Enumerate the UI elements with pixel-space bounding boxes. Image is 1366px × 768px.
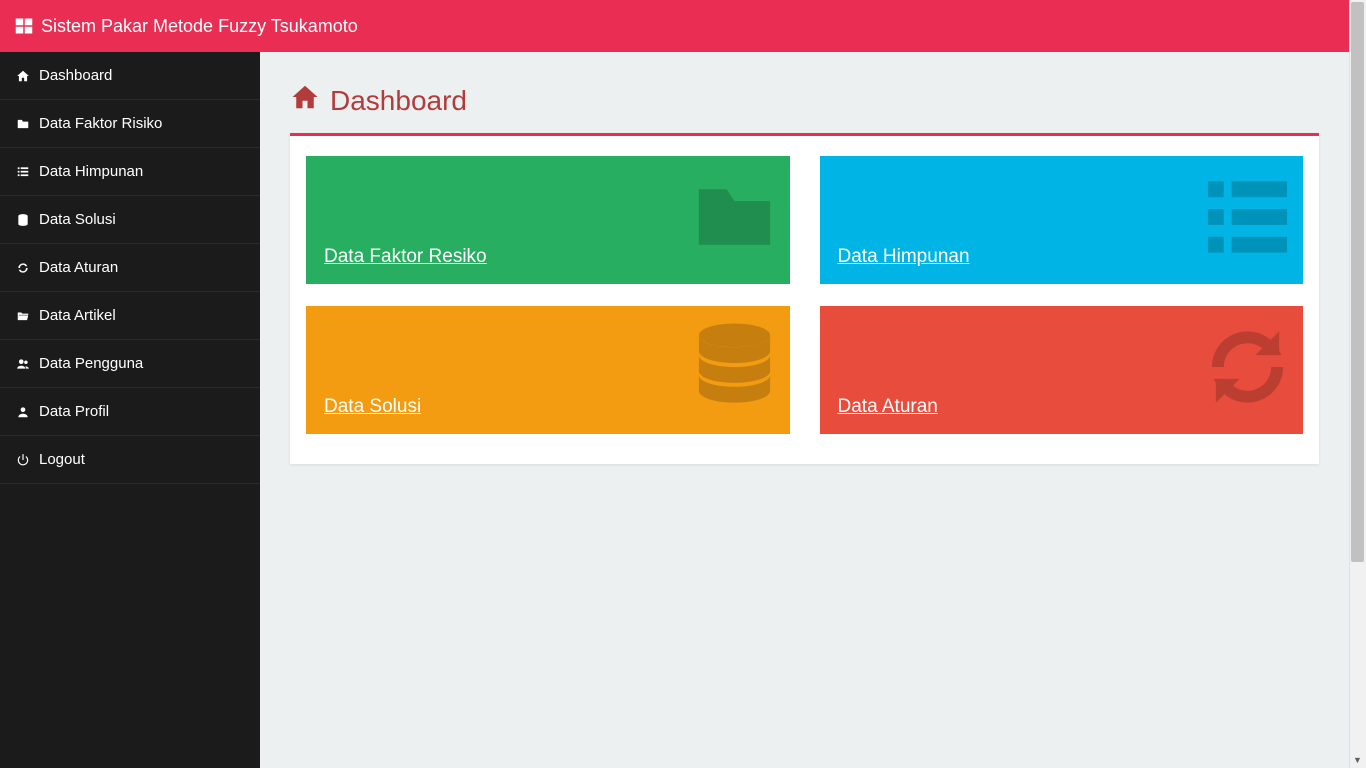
card-label: Data Aturan [838,396,938,418]
page-title-text: Dashboard [330,85,467,117]
scrollbar[interactable]: ▲ ▼ [1349,0,1366,768]
sidebar-item-label: Dashboard [39,67,112,84]
card-faktor-resiko[interactable]: Data Faktor Resiko [306,156,790,284]
sidebar-item-label: Logout [39,451,85,468]
sidebar-item-label: Data Aturan [39,259,118,276]
list-icon [15,165,31,179]
user-icon [15,405,31,419]
sidebar-item-solusi[interactable]: Data Solusi [0,196,260,244]
app-title: Sistem Pakar Metode Fuzzy Tsukamoto [41,16,358,37]
folder-icon [687,170,782,271]
card-label: Data Himpunan [838,246,970,268]
power-icon [15,453,31,467]
sidebar-item-label: Data Faktor Risiko [39,115,162,132]
dashboard-panel: Data Faktor Resiko Data Himpunan Data So… [290,133,1319,464]
card-label: Data Faktor Resiko [324,246,487,268]
topbar: Sistem Pakar Metode Fuzzy Tsukamoto [0,0,1349,52]
folder-icon [15,117,31,131]
sidebar-item-label: Data Artikel [39,307,116,324]
users-icon [15,357,31,371]
database-icon [687,320,782,421]
windows-icon [15,17,33,35]
sidebar-item-label: Data Pengguna [39,355,143,372]
scroll-down-icon[interactable]: ▼ [1349,751,1366,768]
sidebar-item-aturan[interactable]: Data Aturan [0,244,260,292]
page-title: Dashboard [290,82,1319,119]
scrollbar-thumb[interactable] [1351,2,1364,562]
sidebar-item-label: Data Solusi [39,211,116,228]
sidebar-item-dashboard[interactable]: Dashboard [0,52,260,100]
sidebar-item-faktor-risiko[interactable]: Data Faktor Risiko [0,100,260,148]
refresh-icon [1200,320,1295,421]
card-himpunan[interactable]: Data Himpunan [820,156,1304,284]
sidebar-item-label: Data Himpunan [39,163,143,180]
home-icon [290,82,320,119]
sidebar-item-himpunan[interactable]: Data Himpunan [0,148,260,196]
card-aturan[interactable]: Data Aturan [820,306,1304,434]
folder-open-icon [15,309,31,323]
sidebar: Dashboard Data Faktor Risiko Data Himpun… [0,52,260,768]
refresh-icon [15,261,31,275]
card-solusi[interactable]: Data Solusi [306,306,790,434]
list-icon [1200,170,1295,271]
database-icon [15,213,31,227]
card-label: Data Solusi [324,396,421,418]
sidebar-item-pengguna[interactable]: Data Pengguna [0,340,260,388]
sidebar-item-profil[interactable]: Data Profil [0,388,260,436]
main-content: Dashboard Data Faktor Resiko Data Himpun… [260,52,1349,768]
sidebar-item-logout[interactable]: Logout [0,436,260,484]
home-icon [15,69,31,83]
sidebar-item-label: Data Profil [39,403,109,420]
sidebar-item-artikel[interactable]: Data Artikel [0,292,260,340]
